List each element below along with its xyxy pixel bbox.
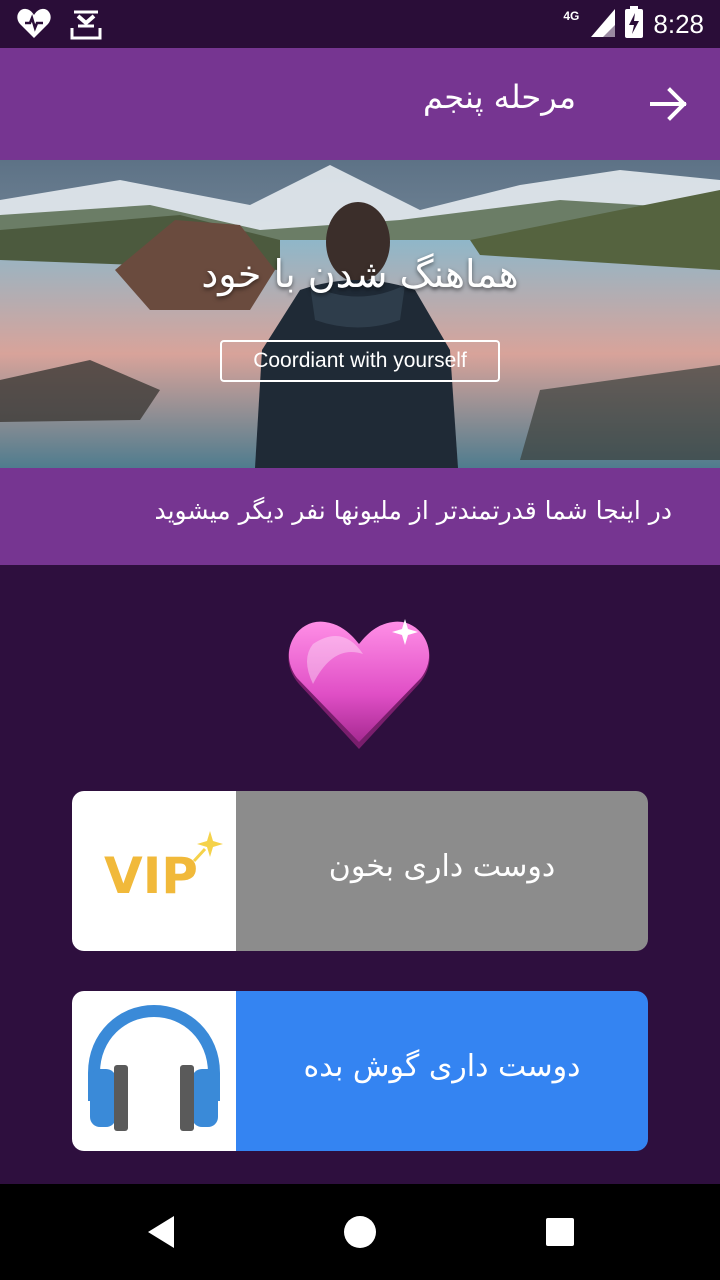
card-icon-area: VIP [72, 791, 236, 951]
card-label-area: دوست داری گوش بده [236, 991, 648, 1151]
recents-square-icon [546, 1218, 574, 1246]
vip-text: VIP [104, 847, 198, 905]
download-icon [68, 8, 104, 44]
nav-recents-button[interactable] [540, 1212, 580, 1252]
app-bar: مرحله پنجم [0, 48, 720, 160]
nav-back-button[interactable] [140, 1212, 180, 1252]
battery-charging-icon [625, 6, 644, 42]
nav-home-button[interactable] [340, 1212, 380, 1252]
hero-image [0, 160, 720, 468]
tagline-text: در اینجا شما قدرتمندتر از ملیونها نفر دی… [154, 496, 672, 525]
read-button[interactable]: VIP دوست داری بخون [72, 791, 648, 951]
back-button[interactable] [646, 82, 690, 126]
system-nav-bar [0, 1184, 720, 1280]
card-label-area: دوست داری بخون [236, 791, 648, 951]
headphones-icon [88, 1004, 220, 1131]
hero-title: هماهنگ شدن با خود [201, 252, 519, 296]
signal-icon [589, 7, 616, 41]
status-right-icons: 4G 8:28 [563, 6, 704, 42]
hero-banner: هماهنگ شدن با خود Coordiant with yoursel… [0, 160, 720, 468]
listen-button-label: دوست داری گوش بده [303, 1049, 581, 1084]
arrow-icon [650, 87, 687, 121]
status-left-icons [16, 8, 104, 44]
hero-subtitle: Coordiant with yourself [220, 340, 500, 382]
page-title: مرحله پنجم [422, 78, 576, 116]
vip-icon: VIP [104, 831, 223, 905]
read-button-label: دوست داری بخون [328, 849, 556, 884]
heart-icon [283, 614, 435, 754]
status-time: 8:28 [653, 8, 704, 39]
status-bar: 4G 8:28 [0, 0, 720, 48]
tagline-band: در اینجا شما قدرتمندتر از ملیونها نفر دی… [0, 468, 720, 565]
home-circle-icon [344, 1216, 376, 1248]
card-icon-area [72, 991, 236, 1151]
heart-app-icon [16, 8, 52, 44]
back-triangle-icon [148, 1216, 174, 1248]
listen-button[interactable]: دوست داری گوش بده [72, 991, 648, 1151]
network-type: 4G [563, 9, 580, 23]
